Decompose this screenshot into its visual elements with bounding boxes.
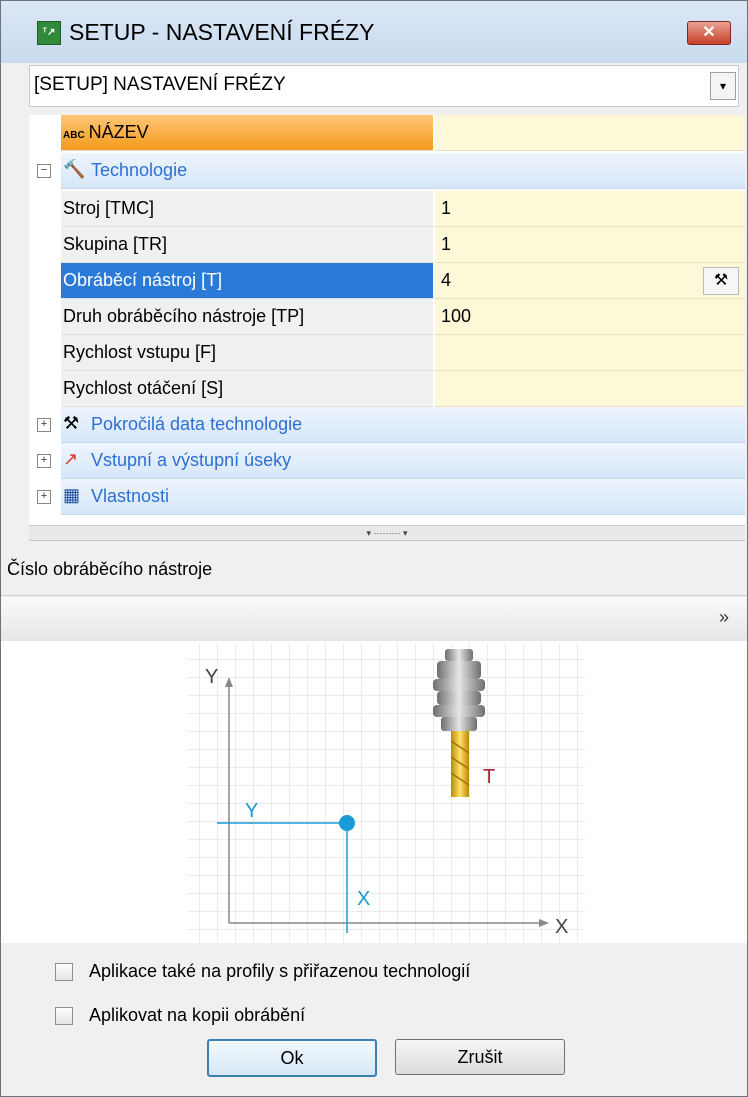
- property-label: Skupina [TR]: [63, 234, 168, 254]
- property-value-field[interactable]: [435, 115, 745, 151]
- options-panel: Aplikace také na profily s přiřazenou te…: [1, 943, 747, 1096]
- category-header[interactable]: + ⚒ Pokročilá data technologie: [37, 407, 745, 443]
- preview-toggle-bar[interactable]: »: [1, 597, 747, 642]
- category-properties[interactable]: + ▦ Vlastnosti: [29, 479, 745, 515]
- preview-panel: Y X Y X T: [1, 641, 747, 943]
- description-panel: Číslo obráběcího nástroje: [1, 541, 747, 596]
- category-header[interactable]: + ↗ Vstupní a výstupní úseky: [37, 443, 745, 479]
- property-row-name[interactable]: ABC NÁZEV: [29, 115, 745, 151]
- property-label-cell[interactable]: ABC NÁZEV: [61, 115, 433, 151]
- row-gutter: [29, 263, 59, 299]
- abc-icon: ABC: [63, 130, 85, 141]
- tool-label: T: [483, 766, 495, 788]
- window-title: SETUP - NASTAVENÍ FRÉZY: [69, 19, 375, 45]
- property-label: Rychlost vstupu [F]: [63, 342, 217, 362]
- property-label-cell[interactable]: Rychlost vstupu [F]: [61, 335, 433, 371]
- property-grid: ABC NÁZEV − 🔨 Technologie Stroj [TMC] 1 S…: [29, 115, 745, 525]
- category-label: Pokročilá data technologie: [91, 414, 303, 434]
- category-header[interactable]: + ▦ Vlastnosti: [37, 479, 745, 515]
- property-label: Rychlost otáčení [S]: [63, 378, 224, 398]
- preview-grid: [187, 643, 585, 943]
- property-value: 1: [441, 234, 452, 254]
- apply-profiles-label[interactable]: Aplikace také na profily s přiřazenou te…: [89, 961, 470, 982]
- category-label: Vstupní a výstupní úseky: [91, 450, 292, 470]
- property-label: ABC NÁZEV: [63, 122, 149, 143]
- description-text: Číslo obráběcího nástroje: [7, 559, 213, 579]
- position-point: [339, 815, 355, 831]
- y-axis-label: Y: [205, 666, 218, 688]
- property-row-group[interactable]: Skupina [TR] 1: [29, 227, 745, 263]
- splitter-handle[interactable]: ▾ ········· ▾: [29, 525, 745, 541]
- row-gutter: [29, 371, 59, 407]
- close-button[interactable]: ✕: [687, 21, 731, 45]
- property-value-field[interactable]: 100: [435, 299, 745, 335]
- expand-icon[interactable]: +: [37, 490, 51, 504]
- property-value-field[interactable]: 1: [435, 227, 745, 263]
- property-label: Stroj [TMC]: [63, 198, 155, 218]
- title-bar[interactable]: ᵀ↗ SETUP - NASTAVENÍ FRÉZY ✕: [1, 1, 747, 63]
- dialog-window: ᵀ↗ SETUP - NASTAVENÍ FRÉZY ✕ [SETUP] NAS…: [0, 0, 748, 1097]
- setup-select-value: [SETUP] NASTAVENÍ FRÉZY: [34, 74, 286, 95]
- row-gutter: [29, 299, 59, 335]
- row-gutter: [29, 227, 59, 263]
- property-value: 4: [441, 270, 452, 290]
- property-label-cell[interactable]: Skupina [TR]: [61, 227, 433, 263]
- property-value-field[interactable]: 4 ⚒: [435, 263, 745, 299]
- property-value-field[interactable]: 1: [435, 191, 745, 227]
- property-label: Obráběcí nástroj [T]: [63, 270, 223, 290]
- table-icon: ▦: [63, 485, 81, 505]
- chevron-down-icon[interactable]: ▾: [710, 72, 736, 100]
- property-value-field[interactable]: [435, 371, 745, 407]
- point-y-label: Y: [245, 800, 258, 822]
- property-label-cell[interactable]: Rychlost otáčení [S]: [61, 371, 433, 407]
- property-value: 100: [441, 306, 472, 326]
- row-gutter: [29, 191, 59, 227]
- apply-copy-label[interactable]: Aplikovat na kopii obrábění: [89, 1005, 305, 1026]
- x-axis-label: X: [555, 916, 568, 938]
- property-value: 1: [441, 198, 452, 218]
- collapse-icon[interactable]: −: [37, 164, 51, 178]
- category-entry-exit[interactable]: + ↗ Vstupní a výstupní úseky: [29, 443, 745, 479]
- app-icon: ᵀ↗: [37, 21, 61, 45]
- property-row-speed[interactable]: Rychlost otáčení [S]: [29, 371, 745, 407]
- category-label: Vlastnosti: [91, 486, 170, 506]
- category-advanced-technology[interactable]: + ⚒ Pokročilá data technologie: [29, 407, 745, 443]
- property-row-feed[interactable]: Rychlost vstupu [F]: [29, 335, 745, 371]
- property-label: Druh obráběcího nástroje [TP]: [63, 306, 305, 326]
- double-chevron-down-icon[interactable]: »: [719, 607, 729, 628]
- point-x-label: X: [357, 888, 370, 910]
- category-header[interactable]: − 🔨 Technologie: [37, 153, 745, 189]
- setup-select[interactable]: [SETUP] NASTAVENÍ FRÉZY ▾: [29, 65, 739, 107]
- apply-profiles-checkbox[interactable]: [55, 963, 73, 981]
- expand-icon[interactable]: +: [37, 454, 51, 468]
- lead-in-out-icon: ↗: [63, 449, 79, 469]
- apply-copy-checkbox[interactable]: [55, 1007, 73, 1025]
- ok-button[interactable]: Ok: [207, 1039, 377, 1077]
- category-technology[interactable]: − 🔨 Technologie: [29, 153, 745, 189]
- category-label: Technologie: [91, 160, 188, 180]
- property-row-machine[interactable]: Stroj [TMC] 1: [29, 191, 745, 227]
- property-label-cell[interactable]: Stroj [TMC]: [61, 191, 433, 227]
- row-gutter: [29, 335, 59, 371]
- cancel-button[interactable]: Zrušit: [395, 1039, 565, 1075]
- tools-icon: ⚒: [63, 413, 80, 433]
- expand-icon[interactable]: +: [37, 418, 51, 432]
- property-row-tool[interactable]: Obráběcí nástroj [T] 4 ⚒: [29, 263, 745, 299]
- hammer-icon: 🔨: [63, 159, 86, 179]
- tool-picker-button[interactable]: ⚒: [703, 267, 739, 295]
- row-gutter: [29, 115, 59, 151]
- property-label-text: NÁZEV: [88, 122, 149, 142]
- property-label-cell[interactable]: Obráběcí nástroj [T]: [61, 263, 433, 299]
- property-label-cell[interactable]: Druh obráběcího nástroje [TP]: [61, 299, 433, 335]
- property-row-tool-type[interactable]: Druh obráběcího nástroje [TP] 100: [29, 299, 745, 335]
- property-value-field[interactable]: [435, 335, 745, 371]
- preview-drawing: Y X Y X T: [187, 643, 585, 943]
